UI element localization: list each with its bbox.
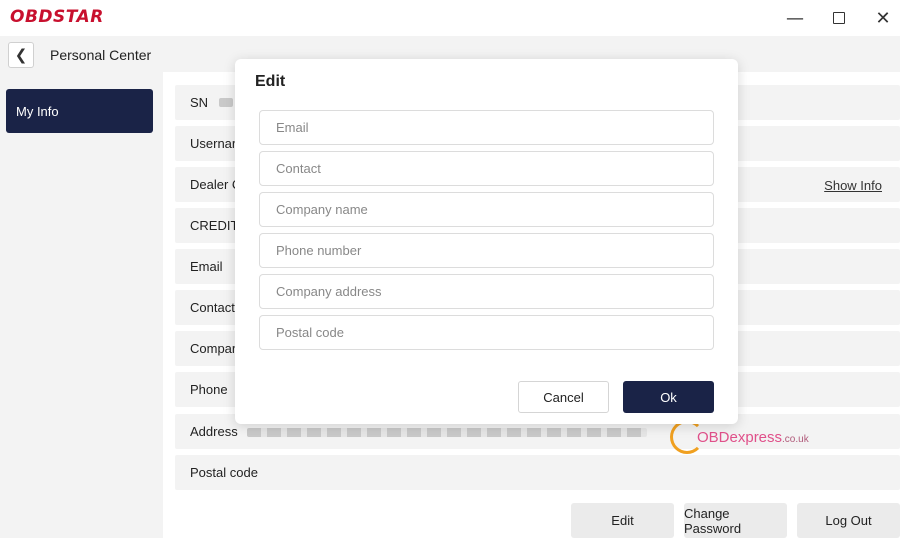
email-field[interactable] [259,110,714,145]
info-row-postal-code: Postal code [175,455,900,490]
row-label: Phone [190,382,228,397]
company-name-field[interactable] [259,192,714,227]
contact-field[interactable] [259,151,714,186]
row-label: Compar [190,341,237,356]
change-password-button[interactable]: Change Password [684,503,787,538]
minimize-icon: — [786,7,804,29]
row-label: Email [190,259,223,274]
page-title: Personal Center [50,47,152,63]
maximize-icon [833,12,845,24]
cancel-button[interactable]: Cancel [518,381,609,413]
postal-code-field[interactable] [259,315,714,350]
company-address-field[interactable] [259,274,714,309]
chevron-left-icon: ❮ [14,46,28,64]
watermark-suffix: .co.uk [782,434,809,445]
ok-button[interactable]: Ok [623,381,714,413]
row-label: Contact [190,300,235,315]
watermark-text: OBDexpress [697,429,783,446]
close-icon: ✕ [875,7,891,29]
sidebar-item-my-info[interactable]: My Info [6,89,153,133]
row-label: Usernar [190,136,237,151]
minimize-button[interactable]: — [781,6,809,30]
row-label: SN [190,95,209,110]
title-bar: OBDSTAR — ✕ [0,0,900,36]
watermark: OBDexpress.co.uk [670,420,830,456]
log-out-button[interactable]: Log Out [797,503,900,538]
redacted-value [219,98,233,107]
row-label: Dealer C [190,177,242,192]
phone-number-field[interactable] [259,233,714,268]
row-label: CREDIT [190,218,239,233]
sidebar: My Info [0,72,163,538]
app-logo: OBDSTAR [10,7,104,27]
redacted-value [247,428,647,437]
close-button[interactable]: ✕ [869,6,897,30]
maximize-button[interactable] [825,6,853,30]
edit-button[interactable]: Edit [571,503,674,538]
back-button[interactable]: ❮ [8,42,34,68]
dialog-title: Edit [255,73,286,90]
show-info-link[interactable]: Show Info [824,178,882,193]
edit-dialog: Edit Cancel Ok [235,59,738,424]
row-label: Address [190,424,238,439]
row-label: Postal code [190,465,258,480]
